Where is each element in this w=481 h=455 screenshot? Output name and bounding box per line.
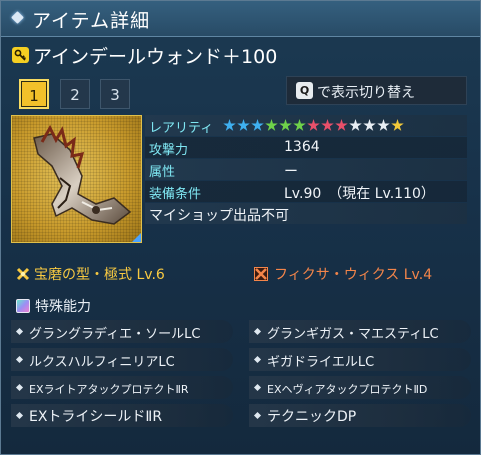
rarity-star-icon xyxy=(349,119,362,131)
display-toggle-label: で表示切り替え xyxy=(317,85,415,101)
fixa-label: フィクサ・ウィクス Lv.4 xyxy=(274,267,433,283)
stats-panel: レアリティ 攻撃力 1364 属性 ー 装備条件 Lv.90 （現在 Lv.11… xyxy=(145,115,467,225)
ability-label: EXヘヴィアタックプロテクトⅡD xyxy=(267,383,428,396)
attack-label: 攻撃力 xyxy=(149,143,189,158)
attribute-value: ー xyxy=(284,164,298,180)
ability-item: EXヘヴィアタックプロテクトⅡD xyxy=(249,376,471,399)
bullet-icon xyxy=(15,327,24,336)
ability-item: ギガドライエルLC xyxy=(249,348,471,371)
ability-label: ルクスハルフィニリアLC xyxy=(29,355,175,370)
bullet-icon xyxy=(15,355,24,364)
rarity-label: レアリティ xyxy=(149,121,214,136)
ability-label: ギガドライエルLC xyxy=(267,355,375,370)
special-ability-icon xyxy=(16,299,30,313)
grind-label: 宝磨の型・極式 Lv.6 xyxy=(34,267,165,283)
ability-item: テクニックDP xyxy=(249,404,471,427)
item-detail-window: アイテム詳細 アインデールウォンド＋100 1 2 3 Q で表示切り替え レア… xyxy=(0,0,481,455)
ability-label: テクニックDP xyxy=(267,409,357,425)
bullet-icon xyxy=(253,355,262,364)
rarity-star-icon xyxy=(293,119,306,131)
ability-label: グランギガス・マエスティLC xyxy=(267,327,439,342)
wand-icon xyxy=(33,124,132,225)
shop-note-row: マイショップ出品不可 xyxy=(145,203,467,224)
rarity-star-icon xyxy=(237,119,250,131)
bullet-icon xyxy=(253,327,262,336)
q-key-icon: Q xyxy=(296,82,313,99)
key-icon xyxy=(12,47,29,63)
bullet-icon xyxy=(253,383,262,392)
bullet-icon xyxy=(15,411,24,420)
ability-item: EXトライシールドⅡR xyxy=(11,404,233,427)
ability-label: グラングラディエ・ソールLC xyxy=(29,327,201,342)
rarity-star-icon xyxy=(377,119,390,131)
rarity-star-icon xyxy=(363,119,376,131)
rarity-stars xyxy=(223,117,404,134)
grind-icon xyxy=(16,267,30,281)
requirement-value: Lv.90 （現在 Lv.110） xyxy=(284,186,435,202)
ability-item: グランギガス・マエスティLC xyxy=(249,320,471,343)
rarity-star-icon xyxy=(321,119,334,131)
requirement-row: 装備条件 Lv.90 （現在 Lv.110） xyxy=(145,181,467,202)
page-tab-1[interactable]: 1 xyxy=(19,79,49,109)
attribute-row: 属性 ー xyxy=(145,159,467,180)
window-title: アイテム詳細 xyxy=(32,10,151,32)
rarity-star-icon xyxy=(335,119,348,131)
thumbnail-corner-marker xyxy=(132,233,141,242)
fixa-icon xyxy=(254,267,268,281)
rarity-row: レアリティ xyxy=(145,115,467,136)
rarity-star-icon xyxy=(265,119,278,131)
title-bar: アイテム詳細 xyxy=(1,1,480,37)
requirement-label: 装備条件 xyxy=(149,187,202,202)
special-ability-title: 特殊能力 xyxy=(35,299,91,315)
shop-note: マイショップ出品不可 xyxy=(149,208,289,224)
bullet-icon xyxy=(253,411,262,420)
rarity-star-icon xyxy=(223,119,236,131)
rarity-star-icon xyxy=(279,119,292,131)
attack-value: 1364 xyxy=(284,139,320,155)
rarity-star-icon xyxy=(307,119,320,131)
bullet-icon xyxy=(15,383,24,392)
item-name: アインデールウォンド＋100 xyxy=(33,46,278,68)
ability-item: グラングラディエ・ソールLC xyxy=(11,320,233,343)
attribute-label: 属性 xyxy=(149,165,176,180)
diamond-icon xyxy=(11,11,24,24)
rarity-star-icon xyxy=(391,119,404,131)
ability-item: ルクスハルフィニリアLC xyxy=(11,348,233,371)
ability-label: EXトライシールドⅡR xyxy=(29,409,163,425)
ability-item: EXライトアタックプロテクトⅡR xyxy=(11,376,233,399)
attack-row: 攻撃力 1364 xyxy=(145,137,467,158)
rarity-star-icon xyxy=(251,119,264,131)
item-thumbnail xyxy=(11,115,142,243)
ability-label: EXライトアタックプロテクトⅡR xyxy=(29,383,189,396)
page-tab-3[interactable]: 3 xyxy=(100,79,130,109)
page-tab-2[interactable]: 2 xyxy=(60,79,90,109)
display-toggle-button[interactable]: Q で表示切り替え xyxy=(286,76,467,105)
